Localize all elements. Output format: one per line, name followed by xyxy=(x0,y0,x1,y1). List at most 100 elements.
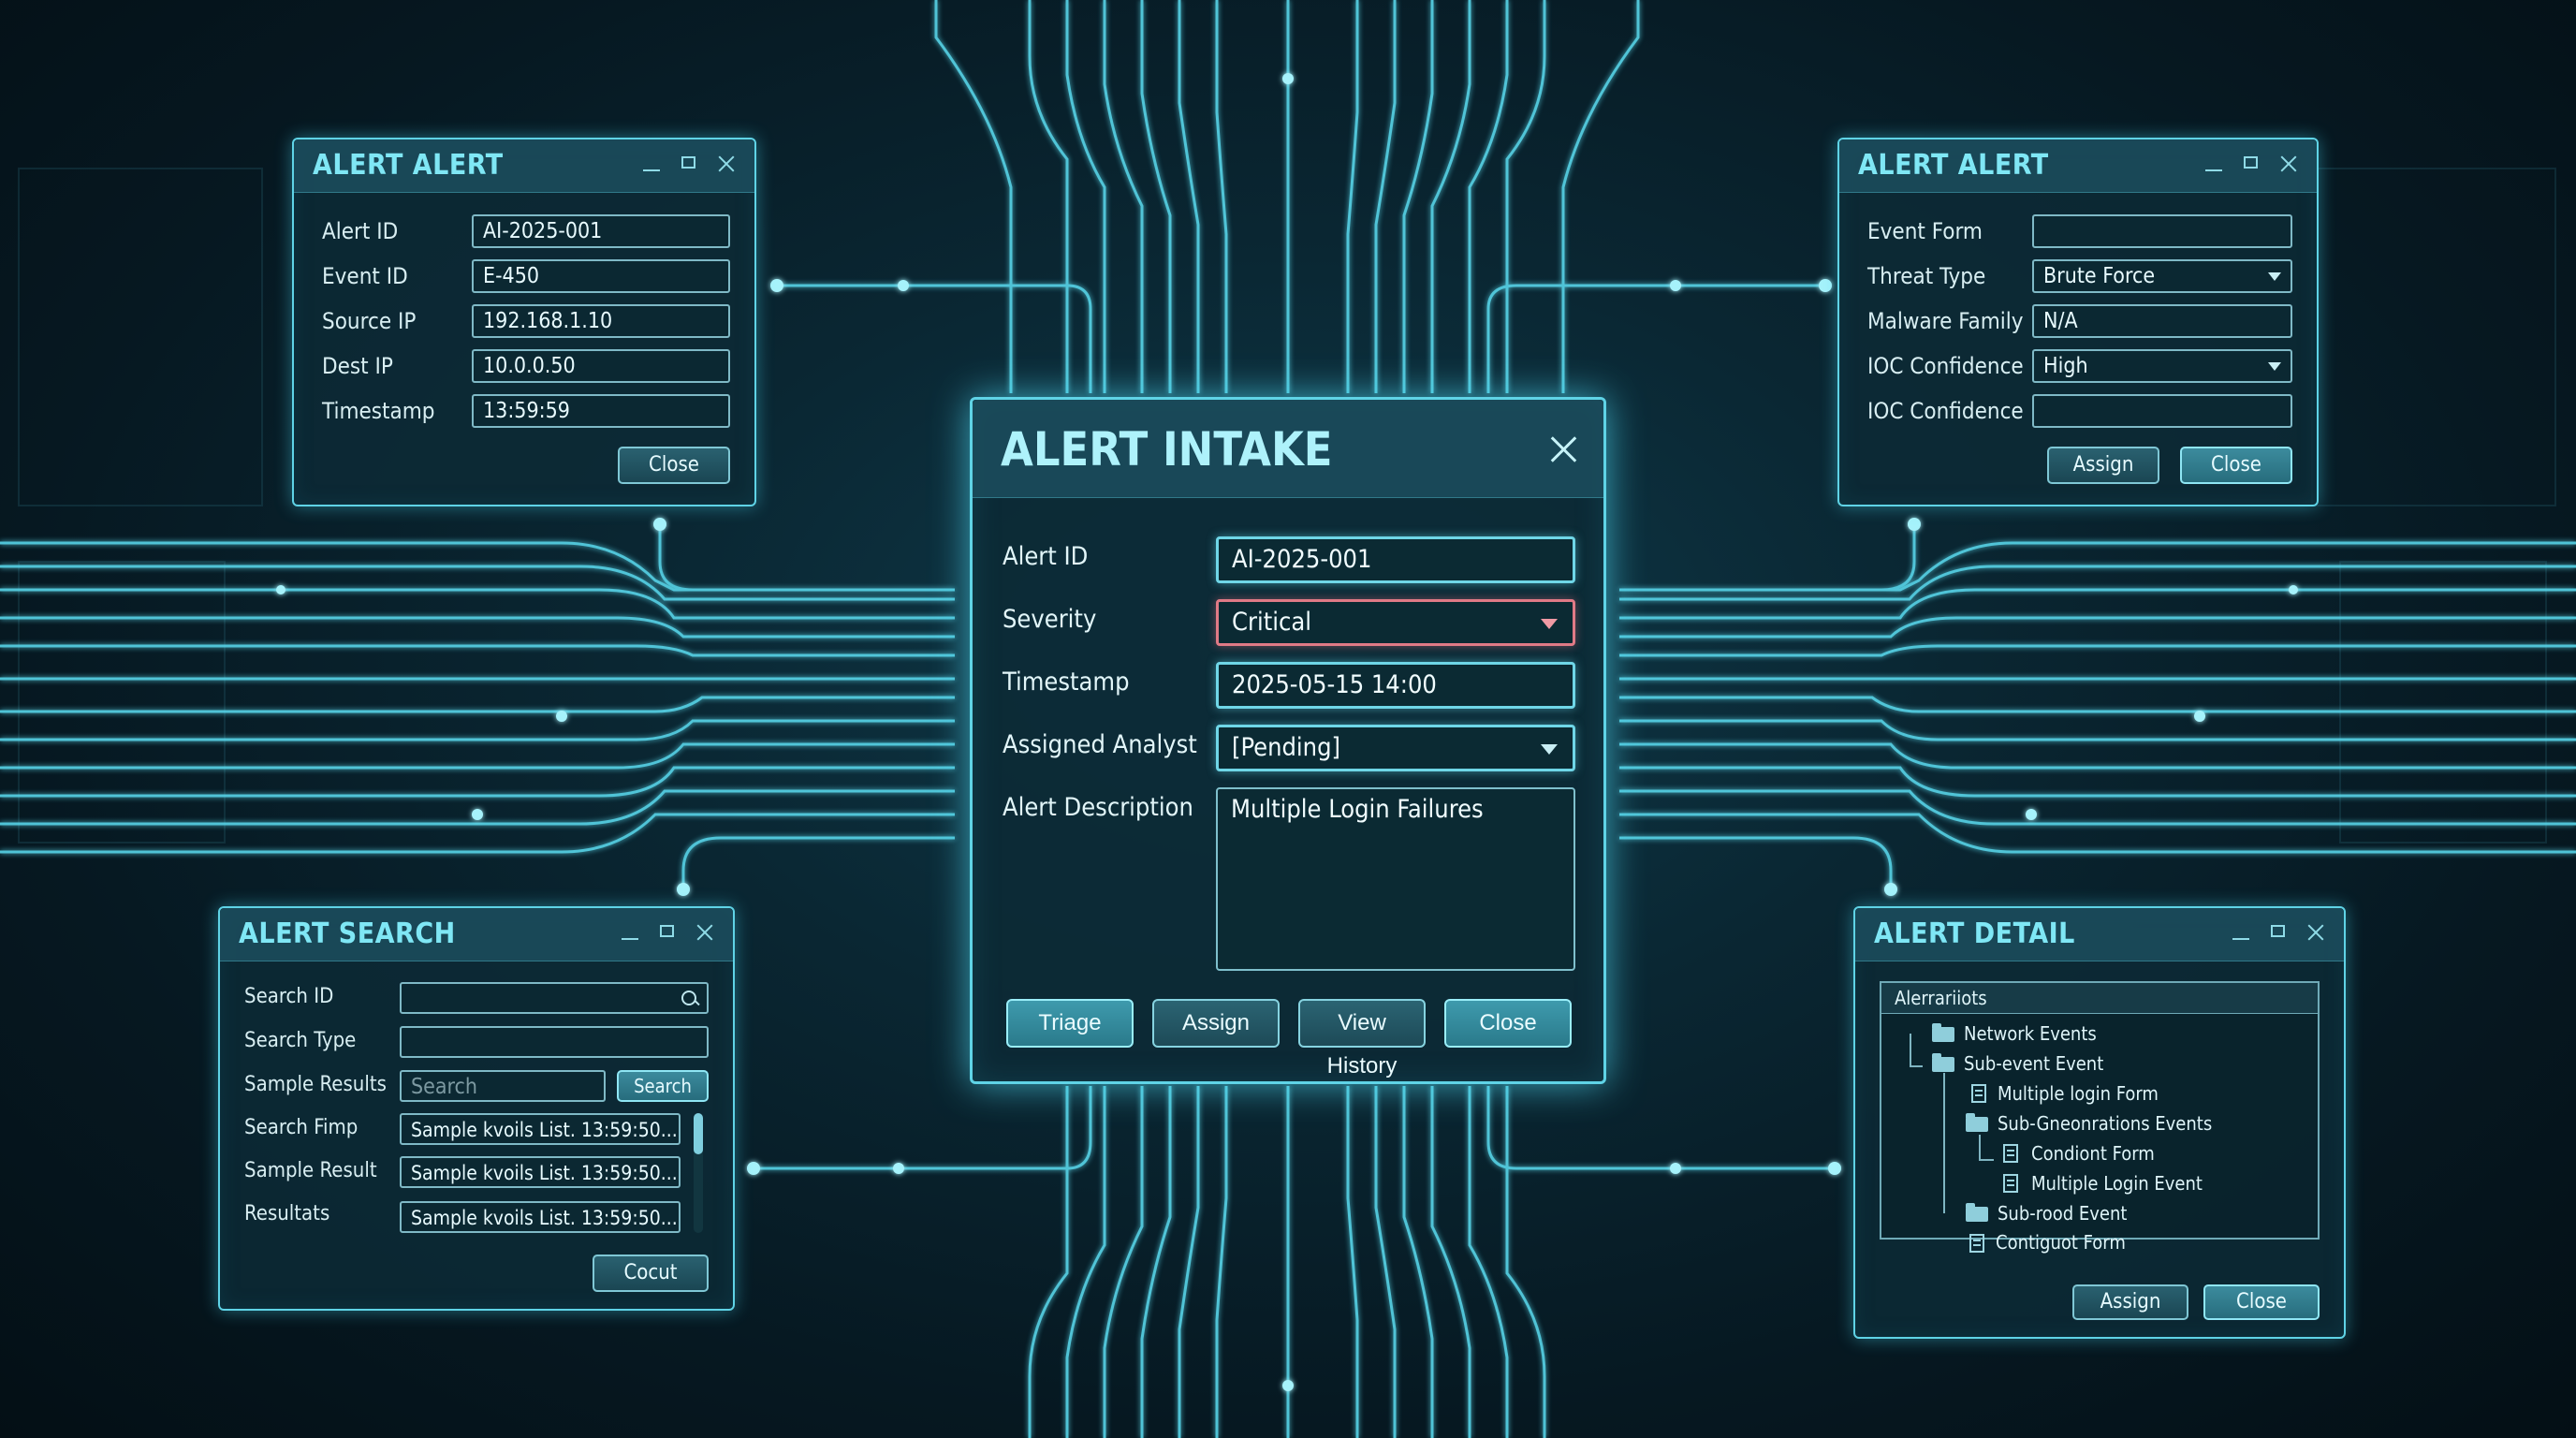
severity-value: Critical xyxy=(1232,608,1311,637)
threat-type-select[interactable]: Brute Force xyxy=(2032,259,2292,293)
result-row-1[interactable]: Sample kvoils List. 13:59:50... xyxy=(400,1113,681,1145)
tree-item-label: Multiple login Form xyxy=(1998,1082,2159,1105)
result-row-2[interactable]: Sample kvoils List. 13:59:50... xyxy=(400,1156,681,1188)
window-title: ALERT ALERT xyxy=(313,149,504,182)
result-row-3[interactable]: Sample kvoils List. 13:59:50... xyxy=(400,1201,681,1233)
maximize-icon[interactable] xyxy=(678,151,700,177)
alert-id-input[interactable]: AI-2025-001 xyxy=(1216,536,1575,583)
tree-header-label: Alerrariiots xyxy=(1895,987,1987,1009)
view-history-button[interactable]: View History xyxy=(1298,999,1426,1078)
field-label-timestamp: Timestamp xyxy=(1003,668,1130,697)
field-label-sample-results: Sample Results xyxy=(244,1073,387,1096)
field-label-event-id: Event ID xyxy=(322,263,408,289)
field-label-sample-result: Sample Result xyxy=(244,1159,377,1182)
tree-connector xyxy=(1910,1065,1923,1067)
close-button[interactable]: Close xyxy=(2180,447,2292,484)
threat-type-value: Brute Force xyxy=(2043,264,2156,288)
triage-button[interactable]: Triage xyxy=(1006,999,1134,1048)
close-button[interactable]: Close xyxy=(618,447,730,484)
window-title: ALERT ALERT xyxy=(1858,149,2049,182)
malware-family-field[interactable]: N/A xyxy=(2032,304,2292,338)
chevron-down-icon[interactable] xyxy=(1541,744,1558,755)
alert-id-field[interactable]: AI-2025-001 xyxy=(472,214,730,248)
close-icon[interactable] xyxy=(2277,151,2300,177)
search-input[interactable]: Search xyxy=(400,1070,606,1102)
close-icon[interactable] xyxy=(715,151,738,177)
chevron-down-icon[interactable] xyxy=(1541,619,1558,629)
search-type-input[interactable] xyxy=(400,1026,709,1058)
close-icon[interactable] xyxy=(2305,919,2327,946)
search-icon[interactable] xyxy=(681,990,699,1008)
tree-item-label: Sub-Gneonrations Events xyxy=(1998,1112,2213,1135)
close-button[interactable]: Close xyxy=(1444,999,1572,1048)
alert-intake-titlebar: ALERT INTAKE xyxy=(973,400,1603,498)
field-label-timestamp: Timestamp xyxy=(322,398,435,424)
field-label-source-ip: Source IP xyxy=(322,308,417,334)
field-label-severity: Severity xyxy=(1003,605,1097,634)
close-icon[interactable] xyxy=(694,919,716,946)
alert-detail-titlebar: ALERT DETAIL xyxy=(1855,908,2344,961)
source-ip-field[interactable]: 192.168.1.10 xyxy=(472,304,730,338)
alert-detail-window: ALERT DETAIL Alerrariiots Network Events… xyxy=(1853,906,2346,1339)
assign-button[interactable]: Assign xyxy=(1152,999,1280,1048)
chevron-down-icon[interactable] xyxy=(2268,362,2281,371)
results-scrollbar[interactable] xyxy=(694,1113,703,1233)
field-label-search-id: Search ID xyxy=(244,985,334,1008)
timestamp-field[interactable]: 13:59:59 xyxy=(472,394,730,428)
field-label-alert-id: Alert ID xyxy=(322,218,399,244)
document-icon xyxy=(2003,1144,2018,1163)
assign-button[interactable]: Assign xyxy=(2072,1284,2188,1320)
folder-icon xyxy=(1966,1203,1988,1222)
field-label-ioc-confidence: IOC Confidence xyxy=(1867,353,2024,379)
event-tree: Alerrariiots Network Events Sub-event Ev… xyxy=(1880,981,2320,1240)
maximize-icon[interactable] xyxy=(2267,919,2290,946)
field-label-ioc-confidence-2: IOC Confidence xyxy=(1867,398,2024,424)
tree-item-label: Network Events xyxy=(1964,1022,2097,1045)
alert-alert-left-window: ALERT ALERT Alert ID AI-2025-001 Event I… xyxy=(292,138,756,506)
document-icon xyxy=(1969,1234,1984,1253)
tree-item-label: Multiple Login Event xyxy=(2031,1172,2203,1195)
alert-alert-right-window: ALERT ALERT Event Form Threat Type Brute… xyxy=(1837,138,2319,506)
ioc-confidence-field-2[interactable] xyxy=(2032,394,2292,428)
alert-description-textarea[interactable]: Multiple Login Failures xyxy=(1216,787,1575,971)
tree-connector xyxy=(1979,1159,1994,1161)
tree-item-label: Contiguot Form xyxy=(1996,1231,2126,1254)
dest-ip-field[interactable]: 10.0.0.50 xyxy=(472,349,730,383)
minimize-icon[interactable] xyxy=(640,151,663,177)
window-title: ALERT SEARCH xyxy=(239,917,456,950)
close-button[interactable]: Close xyxy=(2203,1284,2320,1320)
alert-search-window: ALERT SEARCH Search ID Search Type Sampl… xyxy=(218,906,735,1311)
maximize-icon[interactable] xyxy=(2240,151,2262,177)
chevron-down-icon[interactable] xyxy=(2268,272,2281,281)
search-button[interactable]: Search xyxy=(617,1070,709,1102)
field-label-assigned-analyst: Assigned Analyst xyxy=(1003,730,1197,759)
minimize-icon[interactable] xyxy=(2203,151,2225,177)
scrollbar-thumb[interactable] xyxy=(694,1113,703,1154)
assigned-analyst-select[interactable]: [Pending] xyxy=(1216,725,1575,771)
tree-item-label: Sub-rood Event xyxy=(1998,1202,2128,1225)
folder-icon xyxy=(1932,1053,1954,1072)
alert-search-titlebar: ALERT SEARCH xyxy=(220,908,733,961)
folder-open-icon xyxy=(1966,1113,1988,1132)
field-label-search-type: Search Type xyxy=(244,1029,357,1052)
alert-intake-modal: ALERT INTAKE Alert ID AI-2025-001 Severi… xyxy=(970,397,1606,1084)
field-label-resultats: Resultats xyxy=(244,1202,330,1225)
minimize-icon[interactable] xyxy=(2230,919,2252,946)
document-icon xyxy=(1971,1084,1986,1103)
severity-select[interactable]: Critical xyxy=(1216,599,1575,646)
assign-button[interactable]: Assign xyxy=(2047,447,2159,484)
event-form-field[interactable] xyxy=(2032,214,2292,248)
maximize-icon[interactable] xyxy=(656,919,679,946)
close-icon[interactable] xyxy=(1549,435,1577,463)
assigned-analyst-value: [Pending] xyxy=(1232,733,1340,762)
minimize-icon[interactable] xyxy=(619,919,641,946)
tree-header: Alerrariiots xyxy=(1881,983,2318,1014)
field-label-dest-ip: Dest IP xyxy=(322,353,393,379)
event-id-field[interactable]: E-450 xyxy=(472,259,730,293)
field-label-alert-id: Alert ID xyxy=(1003,542,1089,571)
cocut-button[interactable]: Cocut xyxy=(593,1255,709,1292)
tree-item-label: Sub-event Event xyxy=(1964,1052,2104,1075)
ioc-confidence-select[interactable]: High xyxy=(2032,349,2292,383)
timestamp-input[interactable]: 2025-05-15 14:00 xyxy=(1216,662,1575,709)
search-id-input[interactable] xyxy=(400,982,709,1014)
